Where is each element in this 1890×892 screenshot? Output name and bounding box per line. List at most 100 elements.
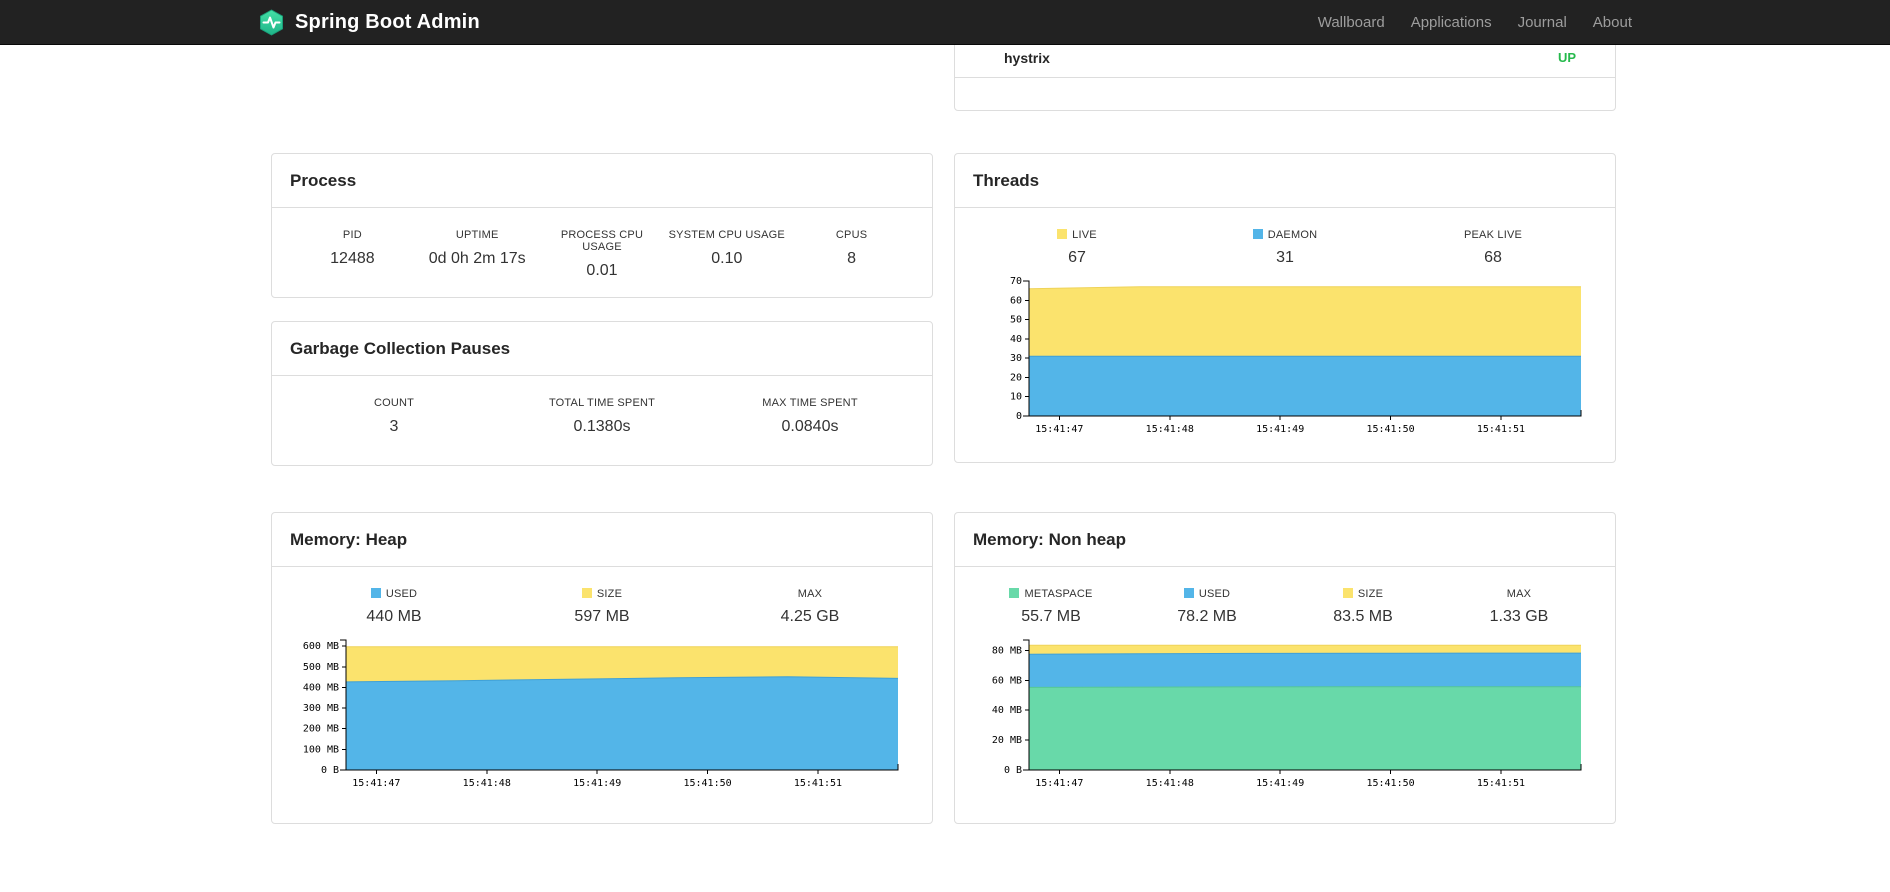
size-swatch-icon [1342,588,1353,598]
svg-text:15:41:47: 15:41:47 [1035,778,1083,789]
nav-item-applications[interactable]: Applications [1411,14,1492,31]
svg-text:80 MB: 80 MB [992,645,1022,656]
spring-boot-admin-logo-icon [258,9,285,36]
size-swatch-icon [581,588,592,598]
svg-text:0: 0 [1016,411,1022,422]
gc-metrics: COUNT 3 TOTAL TIME SPENT 0.1380s MAX TIM… [272,376,932,436]
nonheap-card-title: Memory: Non heap [955,513,1615,567]
live-swatch-icon [1057,229,1068,239]
memory-nonheap-card: Memory: Non heap METASPACE 55.7 MB USED … [954,512,1616,824]
svg-text:200 MB: 200 MB [303,724,339,735]
metric-gc-max-time: MAX TIME SPENT 0.0840s [706,397,914,436]
svg-text:15:41:49: 15:41:49 [1256,778,1304,789]
svg-text:15:41:50: 15:41:50 [683,778,731,789]
legend-value: 4.25 GB [780,608,840,625]
metric-system-cpu: SYSTEM CPU USAGE 0.10 [664,229,789,280]
svg-text:20: 20 [1010,372,1022,383]
svg-text:10: 10 [1010,392,1022,403]
legend-value: 67 [1068,249,1086,266]
legend-item-size: SIZE 83.5 MB [1285,588,1441,626]
svg-text:15:41:48: 15:41:48 [1146,424,1194,435]
legend-label: PEAK LIVE [1463,229,1523,241]
heap-chart: 0 B 100 MB 200 MB 300 MB 400 MB 500 MB 600 MB 1… [294,632,932,799]
metric-pid: PID 12488 [290,229,415,280]
svg-text:15:41:48: 15:41:48 [463,778,511,789]
navbar-inner: Spring Boot Admin Wallboard Applications… [258,0,1632,45]
svg-text:0 B: 0 B [321,765,339,776]
svg-text:40 MB: 40 MB [992,705,1022,716]
svg-text:15:41:50: 15:41:50 [1366,424,1414,435]
legend-value: 597 MB [574,608,630,625]
health-item-name: hystrix [1004,49,1050,66]
svg-text:15:41:50: 15:41:50 [1366,778,1414,789]
legend-label: DAEMON [1267,229,1318,241]
svg-text:15:41:48: 15:41:48 [1146,778,1194,789]
metric-value: 0.10 [711,250,743,267]
nonheap-chart: 0 B 20 MB 40 MB 60 MB 80 MB 15:41:47 15:41:48 1… [977,632,1615,799]
svg-text:15:41:47: 15:41:47 [1035,424,1083,435]
nav-item-wallboard[interactable]: Wallboard [1318,14,1385,31]
svg-text:15:41:49: 15:41:49 [1256,424,1304,435]
svg-text:400 MB: 400 MB [303,682,339,693]
legend-label: USED [1198,588,1231,600]
metric-value: 0d 0h 2m 17s [428,250,526,267]
process-card-title: Process [272,154,932,208]
svg-text:60 MB: 60 MB [992,675,1022,686]
legend-item-used: USED 78.2 MB [1129,588,1285,626]
nav-links: Wallboard Applications Journal About [1292,14,1632,31]
legend-label: MAX [1506,588,1532,600]
threads-legend: LIVE 67 DAEMON 31 PEAK LIVE 68 [955,208,1615,267]
metric-label: COUNT [373,397,415,409]
legend-value: 78.2 MB [1177,608,1237,625]
metric-label: PROCESS CPU USAGE [560,229,644,253]
nav-item-about[interactable]: About [1593,14,1632,31]
nav-item-journal[interactable]: Journal [1518,14,1567,31]
heap-legend: USED 440 MB SIZE 597 MB MAX 4.25 GB [272,567,932,626]
nonheap-legend: METASPACE 55.7 MB USED 78.2 MB SIZE 83.5… [955,567,1615,626]
legend-item-daemon: DAEMON 31 [1181,229,1389,267]
legend-value: 31 [1276,249,1294,266]
process-metrics: PID 12488 UPTIME 0d 0h 2m 17s PROCESS CP… [272,208,932,280]
metric-label: SYSTEM CPU USAGE [668,229,785,241]
svg-text:60: 60 [1010,295,1022,306]
heap-card-title: Memory: Heap [272,513,932,567]
legend-label: LIVE [1072,229,1097,241]
svg-text:500 MB: 500 MB [303,662,339,673]
threads-card: Threads LIVE 67 DAEMON 31 PEAK LIVE 68 0… [954,153,1616,463]
process-card: Process PID 12488 UPTIME 0d 0h 2m 17s PR… [271,153,933,298]
daemon-swatch-icon [1252,229,1263,239]
legend-item-metaspace: METASPACE 55.7 MB [973,588,1129,626]
metric-value: 8 [847,250,857,267]
metric-label: UPTIME [455,229,499,241]
legend-item-max: MAX 4.25 GB [706,588,914,626]
legend-item-max: MAX 1.33 GB [1441,588,1597,626]
metric-gc-total-time: TOTAL TIME SPENT 0.1380s [498,397,706,436]
metric-value: 12488 [330,250,375,267]
threads-card-title: Threads [955,154,1615,208]
legend-label: MAX [797,588,823,600]
legend-value: 68 [1484,249,1502,266]
svg-text:15:41:51: 15:41:51 [1477,424,1525,435]
brand-link[interactable]: Spring Boot Admin [258,9,480,36]
svg-text:50: 50 [1010,315,1022,326]
metric-value: 0.0840s [781,418,839,435]
svg-text:100 MB: 100 MB [303,744,339,755]
metric-label: MAX TIME SPENT [762,397,858,409]
svg-text:70: 70 [1010,276,1022,287]
legend-value: 440 MB [366,608,422,625]
navbar: Spring Boot Admin Wallboard Applications… [0,0,1890,45]
svg-text:600 MB: 600 MB [303,641,339,652]
metric-value: 0.1380s [573,418,631,435]
health-card-padding [955,78,1615,110]
gc-card-title: Garbage Collection Pauses [272,322,932,376]
gc-card: Garbage Collection Pauses COUNT 3 TOTAL … [271,321,933,466]
legend-item-used: USED 440 MB [290,588,498,626]
legend-item-size: SIZE 597 MB [498,588,706,626]
brand-title: Spring Boot Admin [295,11,480,33]
svg-text:30: 30 [1010,353,1022,364]
metric-gc-count: COUNT 3 [290,397,498,436]
svg-text:15:41:47: 15:41:47 [352,778,400,789]
svg-text:15:41:51: 15:41:51 [794,778,842,789]
legend-item-live: LIVE 67 [973,229,1181,267]
svg-text:15:41:51: 15:41:51 [1477,778,1525,789]
